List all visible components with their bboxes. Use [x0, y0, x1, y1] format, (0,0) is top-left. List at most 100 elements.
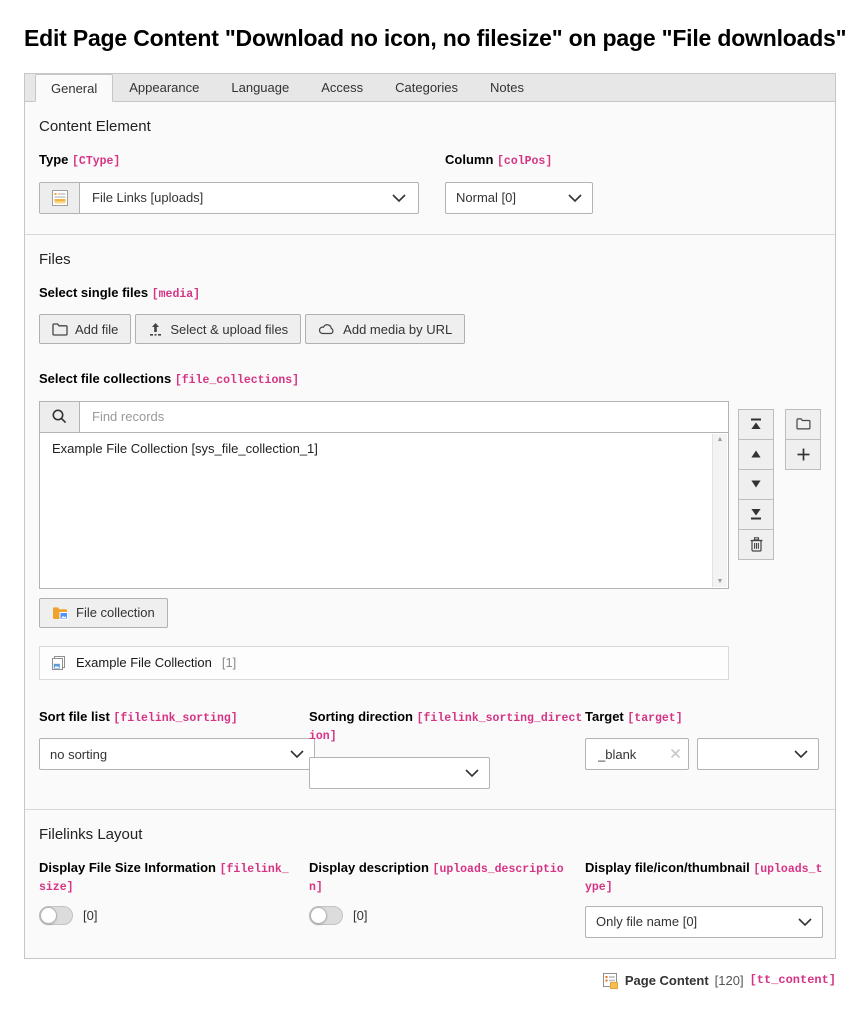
toggle-knob	[310, 907, 327, 924]
find-records-input[interactable]	[80, 402, 728, 432]
chevron-down-icon	[290, 750, 304, 758]
tab-categories[interactable]: Categories	[379, 74, 474, 101]
file-collections-field-code: [file_collections]	[175, 374, 299, 387]
file-collections-listbox[interactable]: Example File Collection [sys_file_collec…	[39, 433, 729, 589]
type-select[interactable]: File Links [uploads]	[39, 182, 419, 214]
sort-select-value: no sorting	[50, 747, 107, 762]
plus-icon	[797, 448, 810, 461]
filesize-toggle[interactable]	[39, 906, 73, 925]
section-content-element: Content Element Type [CType]	[25, 102, 835, 234]
add-media-by-url-button[interactable]: Add media by URL	[305, 314, 465, 344]
direction-label-text: Sorting direction	[309, 709, 413, 724]
add-record-button[interactable]	[785, 439, 821, 470]
chevron-down-icon	[798, 918, 812, 926]
selected-collection-row[interactable]: Example File Collection [1]	[39, 646, 729, 680]
search-icon	[40, 402, 80, 432]
record-id: [120]	[715, 973, 744, 988]
description-toggle[interactable]	[309, 906, 343, 925]
trash-icon	[750, 537, 763, 552]
tab-access[interactable]: Access	[305, 74, 379, 101]
sort-label-text: Sort file list	[39, 709, 110, 724]
chevron-down-icon	[392, 194, 406, 202]
move-up-icon	[750, 449, 762, 459]
section-files: Files Select single files [media] Add fi…	[25, 234, 835, 809]
record-table-code: [tt_content]	[750, 973, 836, 987]
section-heading: Filelinks Layout	[39, 826, 821, 843]
section-heading: Files	[39, 251, 821, 268]
column-label-text: Column	[445, 152, 493, 167]
browse-records-button[interactable]	[785, 409, 821, 440]
section-filelinks-layout: Filelinks Layout Display File Size Infor…	[25, 809, 835, 958]
content-element-type-icon	[40, 183, 80, 213]
listbox-scrollbar[interactable]: ▲ ▼	[712, 434, 727, 587]
filesize-label-text: Display File Size Information	[39, 860, 216, 875]
type-field-label: Type [CType]	[39, 151, 419, 170]
tab-appearance[interactable]: Appearance	[113, 74, 215, 101]
tab-notes[interactable]: Notes	[474, 74, 540, 101]
column-select[interactable]: Normal [0]	[445, 182, 593, 214]
target-input-wrap	[585, 738, 689, 770]
description-toggle-value: [0]	[353, 908, 367, 923]
tabbar: General Appearance Language Access Categ…	[25, 74, 835, 102]
move-to-top-button[interactable]	[738, 409, 774, 440]
media-field-code: [media]	[152, 288, 200, 301]
select-upload-files-button[interactable]: Select & upload files	[135, 314, 301, 344]
select-upload-files-label: Select & upload files	[170, 322, 288, 337]
folder-icon	[52, 323, 68, 336]
move-down-icon	[750, 479, 762, 489]
upload-icon	[148, 322, 163, 337]
target-field-label: Target [target]	[585, 708, 823, 727]
clear-icon[interactable]	[670, 748, 681, 759]
sort-field-code: [filelink_sorting]	[113, 712, 237, 725]
selected-collection-count: [1]	[222, 655, 236, 670]
type-field-code: [CType]	[72, 155, 120, 168]
chevron-down-icon	[794, 750, 808, 758]
file-collection-button[interactable]: File collection	[39, 598, 168, 628]
move-to-bottom-button[interactable]	[738, 499, 774, 530]
add-media-by-url-label: Add media by URL	[343, 322, 452, 337]
column-select-value: Normal [0]	[456, 190, 516, 205]
file-collection-icon	[52, 606, 69, 620]
section-heading: Content Element	[39, 118, 821, 135]
direction-field-label: Sorting direction [filelink_sorting_dire…	[309, 708, 585, 745]
add-file-button[interactable]: Add file	[39, 314, 131, 344]
add-file-label: Add file	[75, 322, 118, 337]
target-field-code: [target]	[627, 712, 682, 725]
tab-language[interactable]: Language	[215, 74, 305, 101]
move-down-button[interactable]	[738, 469, 774, 500]
list-browse-buttons	[785, 409, 821, 589]
display-type-field-label: Display file/icon/thumbnail [uploads_typ…	[585, 859, 823, 896]
column-field-code: [colPos]	[497, 155, 552, 168]
media-field-label: Select single files [media]	[39, 284, 821, 303]
move-to-top-icon	[750, 418, 762, 430]
scroll-up-icon[interactable]: ▲	[717, 436, 724, 443]
list-move-buttons	[738, 409, 774, 589]
tab-general[interactable]: General	[35, 74, 113, 102]
page-title: Edit Page Content "Download no icon, no …	[24, 25, 836, 52]
selected-collection-title: Example File Collection	[76, 655, 212, 670]
target-label-text: Target	[585, 709, 624, 724]
target-select[interactable]	[697, 738, 819, 770]
sort-select[interactable]: no sorting	[39, 738, 315, 770]
move-to-bottom-icon	[750, 508, 762, 520]
toggle-knob	[40, 907, 57, 924]
find-records-searchbar	[39, 401, 729, 433]
list-item[interactable]: Example File Collection [sys_file_collec…	[40, 433, 728, 464]
file-collection-button-label: File collection	[76, 605, 155, 620]
sorting-direction-select[interactable]	[309, 757, 490, 789]
scroll-down-icon[interactable]: ▼	[717, 578, 724, 585]
display-type-label-text: Display file/icon/thumbnail	[585, 860, 750, 875]
move-up-button[interactable]	[738, 439, 774, 470]
target-input[interactable]	[596, 746, 664, 763]
folder-icon	[796, 418, 811, 430]
sort-field-label: Sort file list [filelink_sorting]	[39, 708, 309, 727]
collection-record-icon	[50, 655, 66, 671]
description-label-text: Display description	[309, 860, 429, 875]
description-field-label: Display description [uploads_description…	[309, 859, 565, 896]
remove-selected-button[interactable]	[738, 529, 774, 560]
media-label-text: Select single files	[39, 285, 148, 300]
chevron-down-icon	[465, 769, 479, 777]
type-label-text: Type	[39, 152, 68, 167]
display-type-select[interactable]: Only file name [0]	[585, 906, 823, 938]
file-collections-field-label: Select file collections [file_collection…	[39, 370, 821, 389]
